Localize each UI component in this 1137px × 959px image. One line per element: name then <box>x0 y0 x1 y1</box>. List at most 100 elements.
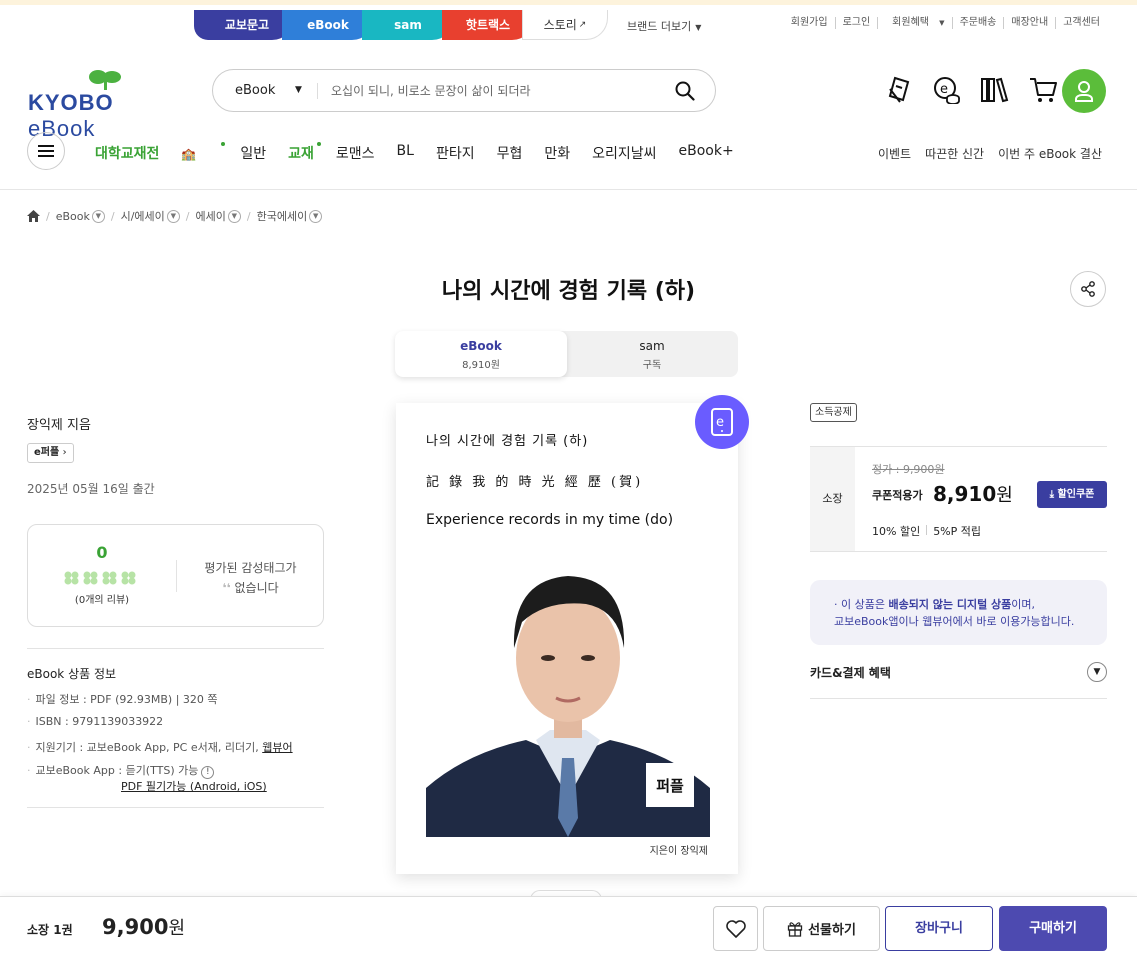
gnb-item-originals[interactable]: 오리지날씨 <box>592 143 656 163</box>
book-cover[interactable]: 나의 시간에 경험 기록 (하) 記 錄 我 的 時 光 經 歷 (賀) Exp… <box>396 403 738 874</box>
tab-ebook[interactable]: eBook 8,910원 <box>395 331 567 377</box>
info-isbn: ISBN : 9791139033922 <box>27 715 164 728</box>
library-icon[interactable] <box>971 70 1019 110</box>
price-type-label: 소장 <box>810 447 855 551</box>
caret-down-icon: ▼ <box>939 19 945 27</box>
info-app: 교보eBook App : 듣기(TTS) 가능! <box>27 762 215 779</box>
gnb-item-fantasy[interactable]: 판타지 <box>436 143 475 163</box>
chevron-down-icon[interactable]: ▼ <box>91 209 105 223</box>
link-benefits[interactable]: 회원혜택 ▼ <box>877 17 951 29</box>
top-accent-line <box>0 0 1137 5</box>
brand-tab-story-label: 스토리 <box>543 18 577 32</box>
info-divider-bottom <box>27 807 324 808</box>
download-icon: ⤓ <box>1049 489 1055 500</box>
brand-tab-ebook[interactable]: eBook <box>282 10 374 40</box>
discount-divider <box>926 525 928 535</box>
breadcrumb-item-korean-essay[interactable]: 한국에세이 <box>257 208 308 224</box>
gnb-item-univ[interactable]: 대학교재전 🏫 <box>95 142 226 163</box>
chevron-down-icon[interactable]: ▼ <box>166 209 180 223</box>
link-stores[interactable]: 매장안내 <box>1003 17 1055 29</box>
coupon-price-value: 8,910 <box>933 482 997 506</box>
link-new-releases[interactable]: 따끈한 신간 <box>925 145 984 162</box>
breadcrumb-separator: / <box>110 209 115 223</box>
tax-deduction-badge: 소득공제 <box>810 403 857 422</box>
wishlist-heart-icon[interactable] <box>713 906 758 951</box>
tab-sam[interactable]: sam 구독 <box>566 331 738 377</box>
gnb-item-univ-label: 대학교재전 <box>95 146 160 162</box>
breadcrumb-separator: / <box>46 209 50 223</box>
gift-button[interactable]: 선물하기 <box>763 906 880 951</box>
buy-button[interactable]: 구매하기 <box>999 906 1107 951</box>
digital-notice: · 이 상품은 배송되지 않는 디지털 상품이며, 교보eBook앱이나 웹뷰어… <box>810 580 1107 645</box>
brand-tab-sam[interactable]: sam <box>362 10 454 40</box>
ticket-icon[interactable] <box>875 70 923 110</box>
info-divider-top <box>27 648 324 649</box>
ecoin-icon[interactable]: e <box>923 70 971 110</box>
link-support[interactable]: 고객센터 <box>1055 17 1107 29</box>
brand-tab-hottracks[interactable]: 핫트랙스 <box>442 10 534 40</box>
coupon-price-label: 쿠폰적용가 <box>872 489 923 502</box>
link-orders[interactable]: 주문배송 <box>951 17 1004 29</box>
brand-tab-story[interactable]: 스토리 ↗ <box>522 10 608 40</box>
card-divider <box>810 698 1107 699</box>
discount-coupon-button[interactable]: ⤓ 할인쿠폰 <box>1037 481 1107 508</box>
webviewer-link[interactable]: 웹뷰어 <box>262 741 292 754</box>
cover-author: 지은이 장익제 <box>649 846 708 857</box>
gnb-item-martial[interactable]: 무협 <box>497 143 523 163</box>
coupon-price: 8,910원 <box>933 481 1013 507</box>
kyobo-ebook-logo[interactable]: KYOBO eBook <box>28 68 188 141</box>
brand-more-button[interactable]: 브랜드 더보기 ▼ <box>627 18 701 34</box>
cart-icon[interactable] <box>1019 70 1067 110</box>
pdf-note-link[interactable]: PDF 필기가능 (Android, iOS) <box>121 778 267 794</box>
chevron-down-icon[interactable]: ▼ <box>227 209 241 223</box>
brand-tabs: 교보문고 eBook sam 핫트랙스 스토리 ↗ <box>194 10 608 40</box>
epyeop-badge[interactable]: e퍼플 › <box>27 443 74 463</box>
header-icons: e <box>875 70 1067 110</box>
search-icon[interactable] <box>675 81 695 105</box>
info-file: 파일 정보 : PDF (92.93MB) | 320 쪽 <box>27 691 218 707</box>
notice-post: 이며, <box>1011 598 1036 611</box>
search-category-select[interactable]: eBook <box>235 83 275 98</box>
ebook-info-title: eBook 상품 정보 <box>27 667 117 681</box>
breadcrumb-item-ebook[interactable]: eBook <box>56 210 90 223</box>
review-divider <box>176 560 177 592</box>
review-count-suffix: 개의 리뷰) <box>85 595 130 606</box>
gnb-item-general[interactable]: 일반 <box>240 143 266 163</box>
add-to-cart-button[interactable]: 장바구니 <box>885 906 993 951</box>
link-weekly-summary[interactable]: 이번 주 eBook 결산 <box>998 145 1102 162</box>
share-icon[interactable] <box>1070 271 1106 307</box>
clover-rating <box>64 571 137 585</box>
gnb-item-romance[interactable]: 로맨스 <box>336 143 375 163</box>
total-price-value: 9,900 <box>102 915 169 939</box>
user-icon[interactable] <box>1062 69 1106 113</box>
home-icon[interactable] <box>27 210 40 222</box>
card-benefit-title[interactable]: 카드&결제 혜택 <box>810 664 891 681</box>
original-price: 정가 : 9,900원 <box>872 463 945 476</box>
search-input[interactable] <box>331 80 661 102</box>
gnb-item-comics[interactable]: 만화 <box>544 143 570 163</box>
breadcrumb-item-poetry[interactable]: 시/에세이 <box>121 208 165 224</box>
caret-down-icon: ▼ <box>295 85 302 95</box>
link-signup[interactable]: 회원가입 <box>784 17 835 29</box>
gnb-item-ebookplus[interactable]: eBook+ <box>679 143 734 163</box>
tab-sam-name: sam <box>639 339 665 353</box>
breadcrumb-separator: / <box>246 209 251 223</box>
chevron-down-icon[interactable]: ▼ <box>309 209 323 223</box>
logo-sprout-icon <box>89 70 121 90</box>
breadcrumb-item-essay[interactable]: 에세이 <box>196 208 226 224</box>
notice-line1: · 이 상품은 배송되지 않는 디지털 상품이며, <box>834 598 1036 611</box>
hamburger-menu-icon[interactable] <box>27 132 65 170</box>
gnb-item-bl[interactable]: BL <box>397 143 414 163</box>
search-divider <box>317 83 318 99</box>
gnb-item-textbook[interactable]: 교재 <box>288 142 321 163</box>
breadcrumb: / eBook ▼ / 시/에세이 ▼ / 에세이 ▼ / 한국에세이 ▼ <box>27 208 323 224</box>
link-login[interactable]: 로그인 <box>834 17 878 29</box>
chevron-down-icon[interactable]: ▼ <box>1087 662 1107 682</box>
brand-tab-kyobo[interactable]: 교보문고 <box>194 10 294 40</box>
gnb-right-links: 이벤트 따끈한 신간 이번 주 eBook 결산 <box>864 145 1102 162</box>
link-events[interactable]: 이벤트 <box>878 145 911 162</box>
author-link[interactable]: 장익제 지음 <box>27 414 91 433</box>
gnb-menu: 대학교재전 🏫 일반 교재 로맨스 BL 판타지 무협 만화 오리지날씨 eBoo… <box>95 142 756 163</box>
review-score: 0 <box>96 543 108 562</box>
emotion-tag-empty-line1: 평가된 감성태그가 <box>204 561 297 575</box>
